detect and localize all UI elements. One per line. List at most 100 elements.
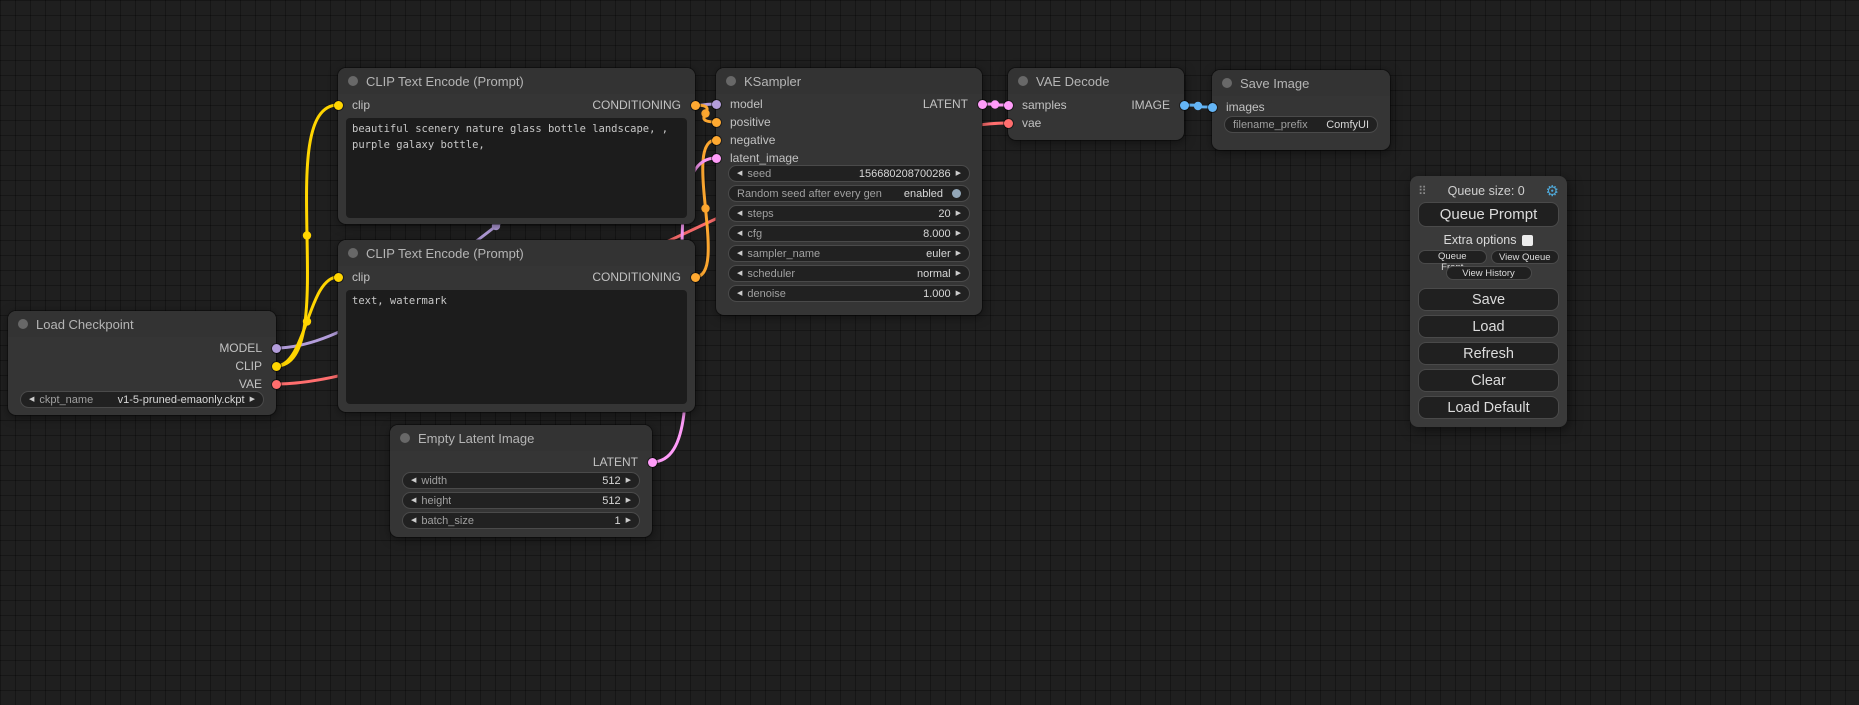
node-clip-text-encode-positive[interactable]: CLIP Text Encode (Prompt) clip CONDITION…: [338, 68, 695, 224]
collapse-dot-icon[interactable]: [1222, 78, 1232, 88]
queue-prompt-button[interactable]: Queue Prompt: [1418, 202, 1559, 227]
output-port-conditioning: CONDITIONING: [592, 268, 695, 286]
arrow-left-icon[interactable]: ◀: [737, 270, 742, 277]
collapse-dot-icon[interactable]: [348, 248, 358, 258]
load-button[interactable]: Load: [1418, 315, 1559, 338]
widget-label: sampler_name: [747, 248, 820, 260]
arrow-left-icon[interactable]: ◀: [737, 170, 742, 177]
arrow-left-icon[interactable]: ◀: [411, 497, 416, 504]
save-button[interactable]: Save: [1418, 288, 1559, 311]
prompt-text-input[interactable]: text, watermark: [346, 290, 687, 404]
settings-gear-icon[interactable]: ⚙: [1546, 184, 1559, 199]
conditioning-port-dot[interactable]: [712, 118, 721, 127]
arrow-right-icon[interactable]: ▶: [956, 170, 961, 177]
arrow-left-icon[interactable]: ◀: [411, 477, 416, 484]
node-title-bar[interactable]: Save Image: [1212, 70, 1390, 96]
node-empty-latent-image[interactable]: Empty Latent Image LATENT ◀ width 512 ▶ …: [390, 425, 652, 537]
port-label: CONDITIONING: [592, 98, 681, 112]
queue-front-button[interactable]: Queue Front: [1418, 250, 1487, 264]
load-default-button[interactable]: Load Default: [1418, 396, 1559, 419]
vae-port-dot[interactable]: [1004, 119, 1013, 128]
collapse-dot-icon[interactable]: [726, 76, 736, 86]
collapse-dot-icon[interactable]: [18, 319, 28, 329]
width-widget[interactable]: ◀ width 512 ▶: [402, 472, 640, 489]
arrow-right-icon[interactable]: ▶: [250, 396, 255, 403]
height-widget[interactable]: ◀ height 512 ▶: [402, 492, 640, 509]
input-port-images: images: [1212, 98, 1265, 116]
latent-port-dot[interactable]: [648, 458, 657, 467]
widget-value: 8.000: [923, 228, 951, 240]
node-title-bar[interactable]: Load Checkpoint: [8, 311, 276, 337]
arrow-left-icon[interactable]: ◀: [737, 250, 742, 257]
arrow-right-icon[interactable]: ▶: [956, 230, 961, 237]
arrow-left-icon[interactable]: ◀: [737, 290, 742, 297]
node-load-checkpoint[interactable]: Load Checkpoint MODEL CLIP VAE ◀ ckpt_na…: [8, 311, 276, 415]
node-save-image[interactable]: Save Image images filename_prefix ComfyU…: [1212, 70, 1390, 150]
view-history-button[interactable]: View History: [1446, 266, 1532, 280]
extra-options-label: Extra options: [1444, 233, 1517, 247]
scheduler-widget[interactable]: ◀ scheduler normal ▶: [728, 265, 970, 282]
collapse-dot-icon[interactable]: [1018, 76, 1028, 86]
arrow-right-icon[interactable]: ▶: [956, 210, 961, 217]
node-title-bar[interactable]: KSampler: [716, 68, 982, 94]
arrow-left-icon[interactable]: ◀: [411, 517, 416, 524]
view-queue-button[interactable]: View Queue: [1491, 250, 1560, 264]
latent-port-dot[interactable]: [978, 100, 987, 109]
model-port-dot[interactable]: [272, 344, 281, 353]
arrow-right-icon[interactable]: ▶: [626, 477, 631, 484]
clip-port-dot[interactable]: [334, 101, 343, 110]
latent-port-dot[interactable]: [1004, 101, 1013, 110]
port-label: clip: [352, 98, 370, 112]
collapse-dot-icon[interactable]: [348, 76, 358, 86]
clip-port-dot[interactable]: [334, 273, 343, 282]
widget-value: 156680208700286: [859, 168, 951, 180]
vae-port-dot[interactable]: [272, 380, 281, 389]
output-port-latent: LATENT: [923, 95, 982, 113]
arrow-right-icon[interactable]: ▶: [956, 290, 961, 297]
steps-widget[interactable]: ◀ steps 20 ▶: [728, 205, 970, 222]
widget-value: ComfyUI: [1326, 119, 1369, 131]
toggle-knob-icon[interactable]: [952, 189, 961, 198]
arrow-left-icon[interactable]: ◀: [737, 210, 742, 217]
arrow-left-icon[interactable]: ◀: [737, 230, 742, 237]
widget-label: height: [421, 495, 451, 507]
node-title-bar[interactable]: VAE Decode: [1008, 68, 1184, 94]
node-vae-decode[interactable]: VAE Decode samples vae IMAGE: [1008, 68, 1184, 140]
arrow-right-icon[interactable]: ▶: [626, 497, 631, 504]
conditioning-port-dot[interactable]: [691, 101, 700, 110]
filename-prefix-widget[interactable]: filename_prefix ComfyUI: [1224, 116, 1378, 133]
refresh-button[interactable]: Refresh: [1418, 342, 1559, 365]
arrow-right-icon[interactable]: ▶: [626, 517, 631, 524]
prompt-text-input[interactable]: beautiful scenery nature glass bottle la…: [346, 118, 687, 218]
collapse-dot-icon[interactable]: [400, 433, 410, 443]
output-port-conditioning: CONDITIONING: [592, 96, 695, 114]
node-title-bar[interactable]: CLIP Text Encode (Prompt): [338, 68, 695, 94]
denoise-widget[interactable]: ◀ denoise 1.000 ▶: [728, 285, 970, 302]
node-title-bar[interactable]: Empty Latent Image: [390, 425, 652, 451]
conditioning-port-dot[interactable]: [691, 273, 700, 282]
arrow-left-icon[interactable]: ◀: [29, 396, 34, 403]
latent-port-dot[interactable]: [712, 154, 721, 163]
node-clip-text-encode-negative[interactable]: CLIP Text Encode (Prompt) clip CONDITION…: [338, 240, 695, 412]
image-port-dot[interactable]: [1208, 103, 1217, 112]
random-seed-widget[interactable]: Random seed after every gen enabled: [728, 185, 970, 202]
batch-size-widget[interactable]: ◀ batch_size 1 ▶: [402, 512, 640, 529]
clip-port-dot[interactable]: [272, 362, 281, 371]
sampler-name-widget[interactable]: ◀ sampler_name euler ▶: [728, 245, 970, 262]
arrow-right-icon[interactable]: ▶: [956, 270, 961, 277]
widget-label: steps: [747, 208, 773, 220]
node-ksampler[interactable]: KSampler model positive negative latent_…: [716, 68, 982, 315]
model-port-dot[interactable]: [712, 100, 721, 109]
widget-value: 512: [602, 495, 620, 507]
seed-widget[interactable]: ◀ seed 156680208700286 ▶: [728, 165, 970, 182]
extra-options-checkbox[interactable]: [1522, 235, 1533, 246]
arrow-right-icon[interactable]: ▶: [956, 250, 961, 257]
node-title-bar[interactable]: CLIP Text Encode (Prompt): [338, 240, 695, 266]
ckpt-name-widget[interactable]: ◀ ckpt_name v1-5-pruned-emaonly.ckpt ▶: [20, 391, 264, 408]
conditioning-port-dot[interactable]: [712, 136, 721, 145]
drag-handle-icon[interactable]: ⠿: [1418, 184, 1427, 198]
node-title: Save Image: [1240, 76, 1309, 91]
clear-button[interactable]: Clear: [1418, 369, 1559, 392]
cfg-widget[interactable]: ◀ cfg 8.000 ▶: [728, 225, 970, 242]
image-port-dot[interactable]: [1180, 101, 1189, 110]
